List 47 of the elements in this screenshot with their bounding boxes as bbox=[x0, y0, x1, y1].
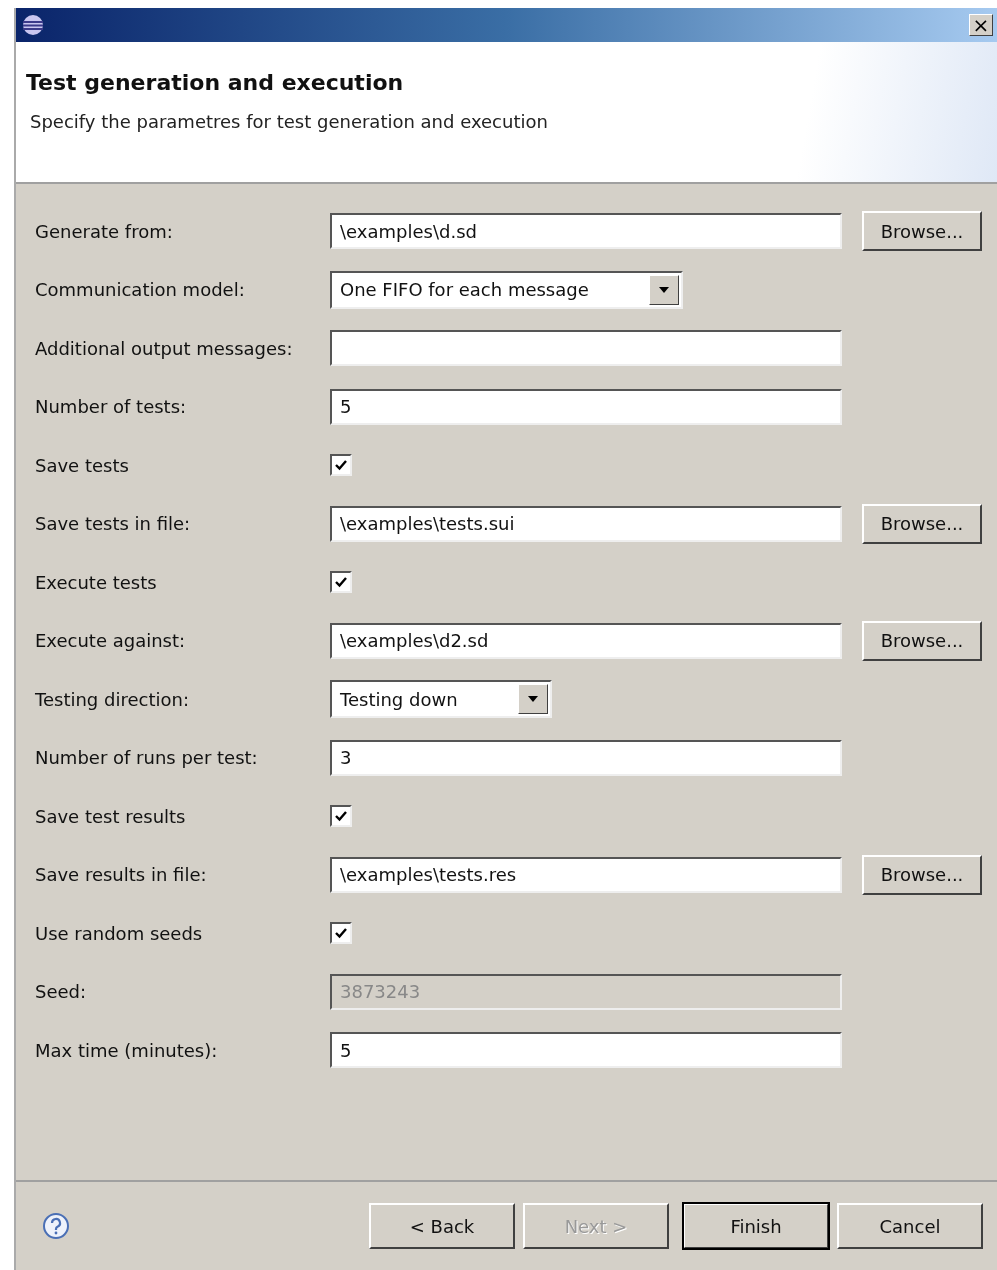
text-field[interactable]: \examples\d.sd bbox=[330, 213, 842, 250]
text-field[interactable]: \examples\tests.res bbox=[330, 856, 842, 893]
checkmark-icon bbox=[334, 458, 348, 473]
text-field[interactable]: \examples\d2.sd bbox=[330, 622, 842, 659]
field-label: Save tests in file: bbox=[35, 513, 192, 535]
text-field[interactable]: \examples\tests.sui bbox=[330, 505, 842, 542]
text-field[interactable]: 3 bbox=[330, 739, 842, 776]
checkbox[interactable] bbox=[330, 805, 352, 828]
wizard-button[interactable]: < Back bbox=[369, 1203, 515, 1249]
field-label: Seed: bbox=[35, 981, 88, 1003]
dropdown[interactable]: Testing down bbox=[330, 680, 552, 719]
field-label: Communication model: bbox=[35, 279, 246, 301]
dropdown[interactable]: One FIFO for each message bbox=[330, 270, 683, 309]
close-button[interactable]: × bbox=[969, 14, 993, 36]
field-label: Use random seeds bbox=[35, 922, 204, 944]
checkmark-icon bbox=[334, 809, 348, 824]
field-label: Testing direction: bbox=[35, 688, 190, 710]
checkmark-icon bbox=[334, 926, 348, 941]
field-label: Save results in file: bbox=[35, 864, 208, 886]
field-label: Execute tests bbox=[35, 571, 158, 593]
wizard-button[interactable]: Cancel bbox=[837, 1203, 983, 1249]
browse-button[interactable]: Browse... bbox=[862, 854, 982, 895]
help-icon[interactable] bbox=[42, 1212, 70, 1240]
app-icon bbox=[22, 14, 44, 36]
wizard-button[interactable]: Finish bbox=[683, 1203, 829, 1249]
field-label: Number of tests: bbox=[35, 396, 188, 418]
page-description: Specify the parametres for test generation and execution bbox=[29, 111, 549, 132]
dropdown-arrow-icon bbox=[658, 286, 669, 293]
field-label: Save tests bbox=[35, 454, 130, 476]
field-label: Additional output messages: bbox=[35, 337, 294, 359]
field-label: Execute against: bbox=[35, 630, 187, 652]
checkbox[interactable] bbox=[330, 922, 352, 945]
text-field[interactable] bbox=[330, 330, 842, 367]
dropdown-arrow-icon bbox=[527, 696, 538, 703]
field-label: Save test results bbox=[35, 805, 187, 827]
checkbox[interactable] bbox=[330, 571, 352, 594]
page-title: Test generation and execution bbox=[26, 70, 405, 95]
browse-button[interactable]: Browse... bbox=[862, 503, 982, 544]
field-label: Generate from: bbox=[35, 220, 174, 242]
text-field[interactable]: 5 bbox=[330, 388, 842, 425]
browse-button[interactable]: Browse... bbox=[862, 620, 982, 661]
browse-button[interactable]: Browse... bbox=[862, 211, 982, 252]
field-label: Number of runs per test: bbox=[35, 747, 259, 769]
checkmark-icon bbox=[334, 575, 348, 590]
checkbox[interactable] bbox=[330, 454, 352, 477]
text-field[interactable]: 5 bbox=[330, 1032, 842, 1069]
field-label: Max time (minutes): bbox=[35, 1039, 219, 1061]
